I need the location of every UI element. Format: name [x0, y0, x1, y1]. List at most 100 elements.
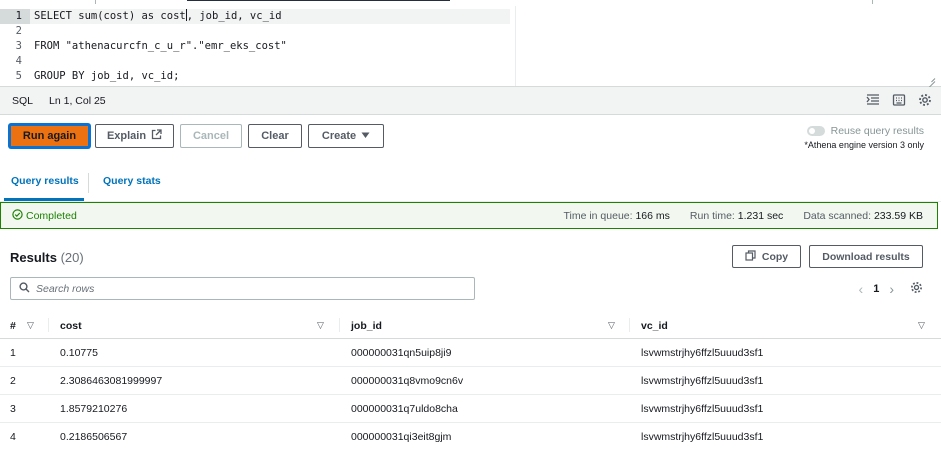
clear-button[interactable]: Clear	[248, 124, 302, 148]
search-placeholder: Search rows	[36, 282, 95, 295]
line-number: 1	[0, 9, 30, 24]
code-text: , job_id, vc_id	[186, 10, 282, 22]
query-status-bar: Completed Time in queue: 166 ms Run time…	[0, 202, 938, 229]
active-tab-indicator	[187, 0, 450, 1]
cost-cell: 2.3086463081999997	[60, 375, 163, 387]
reuse-results-label: Reuse query results	[830, 125, 924, 137]
column-divider	[48, 318, 49, 332]
next-page-icon[interactable]: ›	[889, 281, 894, 297]
sort-icon[interactable]: ▽	[317, 320, 324, 331]
editor-tab-strip	[0, 0, 941, 6]
status-badge: Completed	[12, 208, 77, 223]
active-tab-underline	[4, 198, 84, 201]
clear-label: Clear	[261, 130, 289, 142]
data-scanned-value: 233.59 KB	[873, 210, 923, 222]
query-toolbar: Run again Explain Cancel Clear Create Re…	[0, 115, 941, 157]
table-row: 2 2.3086463081999997 000000031q8vmo9cn6v…	[0, 367, 941, 395]
code-line[interactable]: FROM "athenacurcfn_c_u_r"."emr_eks_cost"	[34, 39, 941, 54]
editor-actions	[865, 92, 933, 108]
line-number: 5	[15, 70, 22, 82]
format-icon[interactable]	[865, 92, 881, 108]
row-index: 4	[10, 431, 16, 443]
column-header-job-id[interactable]: job_id	[351, 320, 382, 332]
copy-label: Copy	[761, 250, 789, 263]
create-button[interactable]: Create	[308, 124, 384, 148]
code-area[interactable]: SELECT sum(cost) as cost, job_id, vc_id …	[30, 9, 941, 84]
table-header: # ▽ cost ▽ job_id ▽ vc_id ▽	[0, 311, 941, 339]
line-number-gutter: 1 2 3 4 5	[0, 9, 30, 84]
results-heading: Results (20)	[10, 250, 84, 265]
copy-button[interactable]: Copy	[732, 245, 801, 268]
search-rows-field[interactable]: Search rows	[10, 277, 475, 300]
previous-page-icon[interactable]: ‹	[859, 281, 864, 297]
caret-down-icon	[361, 130, 370, 142]
table-row: 1 0.10775 000000031qn5uip8ji9 lsvwmstrjh…	[0, 339, 941, 367]
data-scanned: Data scanned: 233.59 KB	[803, 210, 923, 222]
keyboard-icon[interactable]	[891, 92, 907, 108]
cancel-label: Cancel	[192, 130, 230, 142]
sort-icon[interactable]: ▽	[918, 320, 925, 331]
cancel-button[interactable]: Cancel	[180, 124, 242, 148]
column-header-index: #	[10, 320, 16, 332]
job-id-cell: 000000031q8vmo9cn6v	[351, 375, 464, 387]
code-line[interactable]	[34, 24, 941, 39]
code-text: SELECT sum(cost) as cost	[34, 10, 186, 22]
vc-id-cell: lsvwmstrjhy6ffzl5uuud3sf1	[641, 431, 764, 443]
download-results-button[interactable]: Download results	[809, 245, 923, 268]
sort-icon[interactable]: ▽	[27, 320, 34, 331]
sql-editor[interactable]: 1 2 3 4 5 SELECT sum(cost) as cost, job_…	[0, 0, 941, 87]
column-header-cost[interactable]: cost	[60, 320, 82, 332]
results-title: Results	[10, 250, 57, 265]
code-line[interactable]: SELECT sum(cost) as cost, job_id, vc_id	[30, 9, 510, 24]
table-row: 4 0.2186506567 000000031qi3eit8gjm lsvwm…	[0, 423, 941, 449]
engine-version-note: *Athena engine version 3 only	[804, 140, 924, 150]
code-line[interactable]: GROUP BY job_id, vc_id;	[34, 69, 941, 84]
data-scanned-label: Data scanned:	[803, 210, 872, 222]
current-page[interactable]: 1	[873, 283, 879, 295]
gear-icon[interactable]	[910, 281, 923, 297]
results-table: # ▽ cost ▽ job_id ▽ vc_id ▽ 1 0.10775 00…	[0, 311, 941, 449]
gear-icon[interactable]	[917, 92, 933, 108]
results-tabs: Query results Query stats	[0, 169, 941, 202]
cost-cell: 0.2186506567	[60, 431, 128, 443]
code-line[interactable]	[34, 54, 941, 69]
job-id-cell: 000000031qi3eit8gjm	[351, 431, 452, 443]
run-again-button[interactable]: Run again	[9, 124, 90, 148]
line-number: 2	[15, 25, 22, 37]
pagination: ‹ 1 ›	[859, 281, 923, 297]
explain-button[interactable]: Explain	[95, 124, 174, 148]
search-icon	[19, 281, 30, 296]
reuse-results-toggle[interactable]	[806, 126, 825, 136]
column-divider	[629, 318, 630, 332]
time-in-queue: Time in queue: 166 ms	[563, 210, 669, 222]
query-stats-summary: Time in queue: 166 ms Run time: 1.231 se…	[563, 210, 923, 222]
create-label: Create	[321, 130, 357, 142]
explain-label: Explain	[106, 130, 147, 142]
external-link-icon	[151, 129, 162, 143]
time-in-queue-value: 166 ms	[635, 210, 670, 222]
tab-divider	[95, 0, 96, 4]
cost-cell: 1.8579210276	[60, 403, 128, 415]
vc-id-cell: lsvwmstrjhy6ffzl5uuud3sf1	[641, 375, 764, 387]
row-index: 3	[10, 403, 16, 415]
run-time: Run time: 1.231 sec	[690, 210, 783, 222]
language-label: SQL	[12, 94, 34, 107]
copy-icon	[745, 249, 756, 264]
print-margin	[515, 6, 516, 86]
download-results-label: Download results	[822, 250, 910, 263]
column-header-vc-id[interactable]: vc_id	[641, 320, 668, 332]
line-number: 4	[15, 55, 22, 67]
column-divider	[339, 318, 340, 332]
sort-icon[interactable]: ▽	[608, 320, 615, 331]
tab-query-results[interactable]: Query results	[11, 175, 79, 187]
time-in-queue-label: Time in queue:	[563, 210, 633, 222]
cursor-position: Ln 1, Col 25	[49, 94, 106, 107]
resize-grip-icon[interactable]	[927, 74, 935, 82]
row-index: 1	[10, 347, 16, 359]
run-time-value: 1.231 sec	[737, 210, 784, 222]
table-row: 3 1.8579210276 000000031q7uldo8cha lsvwm…	[0, 395, 941, 423]
tab-query-stats[interactable]: Query stats	[103, 175, 161, 187]
line-number: 3	[15, 40, 22, 52]
row-index: 2	[10, 375, 16, 387]
status-text: Completed	[26, 209, 77, 222]
